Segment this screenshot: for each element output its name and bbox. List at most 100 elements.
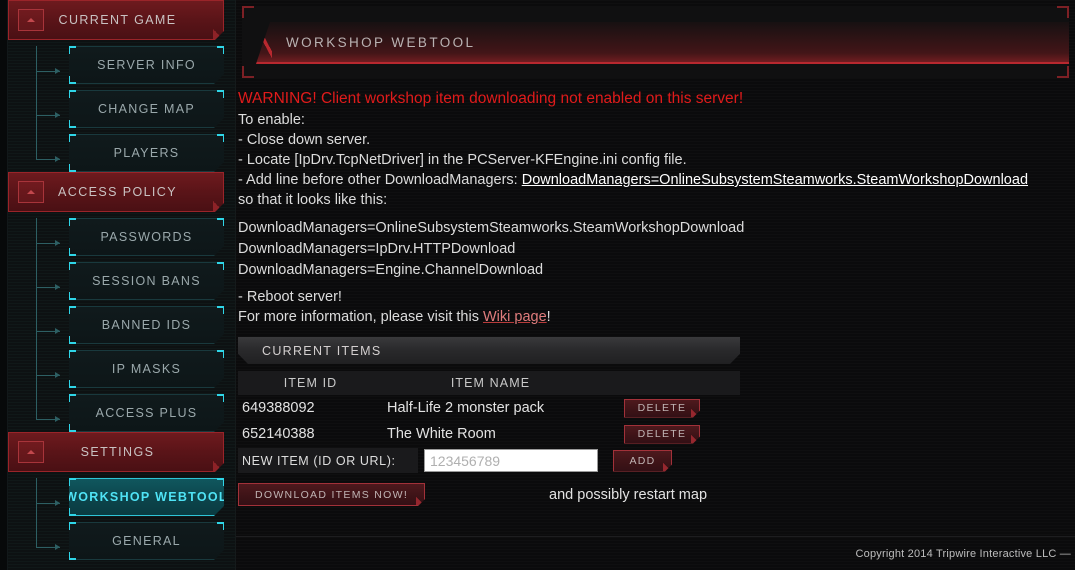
corner-bracket [68, 164, 76, 172]
add-item-button[interactable]: ADD [613, 450, 672, 472]
step-add-line-prefix: - Add line before other DownloadManagers… [238, 172, 522, 188]
corner-bracket [68, 120, 76, 128]
sidebar-item-ip-masks[interactable]: IP MASKS [69, 350, 224, 388]
sidebar-group-header[interactable]: SETTINGS [8, 432, 224, 472]
corner-bracket [217, 394, 225, 402]
sidebar-item-workshop-webtool[interactable]: WORKSHOP WEBTOOL [69, 478, 224, 516]
connector-line [36, 478, 37, 548]
sidebar-item-label: PLAYERS [113, 146, 180, 160]
table-header-row: ITEM ID ITEM NAME [238, 371, 740, 395]
caret-glyph [27, 190, 35, 194]
corner-bracket [68, 508, 76, 516]
corner-bracket [68, 350, 76, 358]
corner-bracket [68, 248, 76, 256]
sidebar-item-change-map[interactable]: CHANGE MAP [69, 90, 224, 128]
connector-arrow-icon [36, 372, 60, 378]
panel-corner-bottom-right [1057, 66, 1069, 78]
sidebar-subitem-list: WORKSHOP WEBTOOL GENERAL [0, 478, 235, 560]
chevron-up-icon[interactable] [18, 181, 44, 203]
sidebar-item-session-bans[interactable]: SESSION BANS [69, 262, 224, 300]
sidebar-item-label: SESSION BANS [92, 274, 201, 288]
code-line: DownloadManagers=Engine.ChannelDownload [238, 262, 544, 278]
delete-item-button[interactable]: DELETE [624, 399, 700, 418]
step-add-line: - Add line before other DownloadManagers… [238, 170, 1065, 190]
connector-arrow-icon [36, 156, 60, 162]
config-code-block: DownloadManagers=OnlineSubsystemSteamwor… [238, 218, 1065, 281]
corner-bracket [217, 218, 225, 226]
sidebar-item-label: IP MASKS [111, 362, 182, 376]
connector-arrow-icon [36, 284, 60, 290]
page-header-bar: WORKSHOP WEBTOOL [256, 22, 1069, 64]
corner-bracket [68, 478, 76, 486]
to-enable-label: To enable: [238, 112, 305, 128]
sidebar-item-access-plus[interactable]: ACCESS PLUS [69, 394, 224, 432]
corner-bracket [68, 306, 76, 314]
app-root: CURRENT GAME SERVER INFO CHANGE MAP PLAYERS… [0, 0, 1075, 570]
corner-bracket [68, 336, 76, 344]
sidebar-item-label: GENERAL [112, 534, 181, 548]
restart-map-note: and possibly restart map [549, 486, 708, 503]
connector-line [36, 218, 37, 420]
more-info-prefix: For more information, please visit this [238, 309, 483, 325]
corner-bracket [68, 46, 76, 54]
connector-arrow-icon [36, 544, 60, 550]
connector-arrow-icon [36, 328, 60, 334]
chevron-up-icon[interactable] [18, 441, 44, 463]
table-row: 652140388 The White Room DELETE [238, 421, 740, 447]
sidebar-item-label: CHANGE MAP [97, 102, 196, 116]
corner-bracket [68, 262, 76, 270]
download-row: DOWNLOAD ITEMS NOW! and possibly restart… [238, 483, 878, 506]
corner-bracket [68, 394, 76, 402]
cell-actions: DELETE [598, 395, 740, 421]
caret-glyph [27, 18, 35, 22]
sidebar-item-label: SERVER INFO [97, 58, 196, 72]
sidebar-item-label: WORKSHOP WEBTOOL [65, 490, 228, 504]
cell-item-name: The White Room [387, 426, 496, 442]
cell-item-id: 649388092 [242, 400, 315, 416]
cell-item-name: Half-Life 2 monster pack [387, 400, 545, 416]
connector-arrow-icon [36, 416, 60, 422]
chevron-up-icon[interactable] [18, 9, 44, 31]
connector-arrow-icon [36, 500, 60, 506]
table-row: 649388092 Half-Life 2 monster pack DELETE [238, 395, 740, 421]
wiki-page-link[interactable]: Wiki page [483, 309, 547, 325]
sidebar-item-label: ACCESS PLUS [95, 406, 198, 420]
new-item-label: NEW ITEM (ID OR URL): [238, 448, 418, 473]
sidebar-group-header[interactable]: CURRENT GAME [8, 0, 224, 40]
page-header-panel: WORKSHOP WEBTOOL [242, 6, 1069, 78]
sidebar-item-players[interactable]: PLAYERS [69, 134, 224, 172]
panel-corner-top-left [242, 6, 254, 18]
sidebar-group-label: SETTINGS [80, 445, 155, 459]
corner-bracket [217, 134, 225, 142]
corner-bracket [68, 134, 76, 142]
content-area: WARNING! Client workshop item downloadin… [236, 84, 1075, 530]
corner-bracket [217, 478, 225, 486]
corner-bracket [217, 350, 225, 358]
delete-item-button[interactable]: DELETE [624, 425, 700, 444]
sidebar-group: ACCESS POLICY PASSWORDS SESSION BANS BANNED… [0, 172, 235, 432]
sidebar-item-passwords[interactable]: PASSWORDS [69, 218, 224, 256]
panel-corner-bottom-left [242, 66, 254, 78]
download-managers-link[interactable]: DownloadManagers=OnlineSubsystemSteamwor… [522, 172, 1028, 188]
corner-bracket [217, 262, 225, 270]
corner-bracket [217, 306, 225, 314]
new-item-input[interactable] [424, 449, 598, 472]
corner-bracket [68, 76, 76, 84]
sidebar-group-header[interactable]: ACCESS POLICY [8, 172, 224, 212]
code-line: DownloadManagers=IpDrv.HTTPDownload [238, 241, 516, 257]
sidebar-subitem-list: PASSWORDS SESSION BANS BANNED IDS IP MASKS A… [0, 218, 235, 432]
sidebar-item-server-info[interactable]: SERVER INFO [69, 46, 224, 84]
sidebar: CURRENT GAME SERVER INFO CHANGE MAP PLAYERS… [0, 0, 236, 570]
corner-bracket [217, 46, 225, 54]
cell-actions: DELETE [598, 421, 740, 447]
new-item-row: NEW ITEM (ID OR URL): ADD [238, 448, 740, 473]
sidebar-group-label: CURRENT GAME [58, 13, 177, 27]
corner-bracket [68, 292, 76, 300]
more-info-line: For more information, please visit this … [238, 307, 1065, 327]
sidebar-item-general[interactable]: GENERAL [69, 522, 224, 560]
main-content: WORKSHOP WEBTOOL WARNING! Client worksho… [236, 0, 1075, 570]
sidebar-item-banned-ids[interactable]: BANNED IDS [69, 306, 224, 344]
page-title: WORKSHOP WEBTOOL [286, 34, 476, 50]
caret-glyph [27, 450, 35, 454]
download-items-button[interactable]: DOWNLOAD ITEMS NOW! [238, 483, 425, 506]
